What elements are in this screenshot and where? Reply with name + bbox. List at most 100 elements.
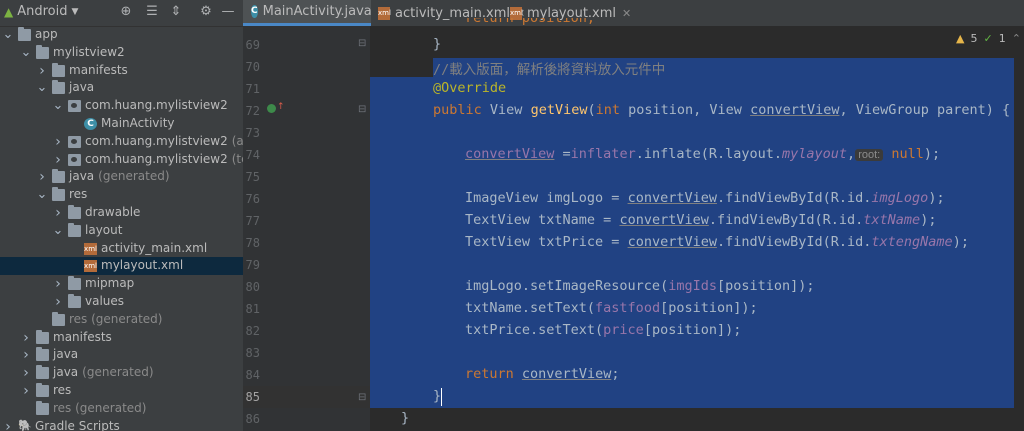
tree-item[interactable]: › mipmap xyxy=(0,275,243,293)
chevron-right-icon[interactable]: › xyxy=(20,329,32,347)
chevron-down-icon[interactable]: ⌄ xyxy=(52,97,64,115)
tree-item-label: com.huang.mylistview2 xyxy=(85,98,228,113)
project-tool-window: ▲ Android ▼ ⊕ ☰ ⇕ ⚙ — ⌄ app ⌄ mylistview2 › m… xyxy=(0,0,243,431)
chevron-right-icon[interactable]: › xyxy=(52,293,64,311)
fold-icon[interactable]: ⊟ xyxy=(358,392,366,403)
tree-item[interactable]: › com.huang.mylistview2(andro xyxy=(0,133,243,151)
xml-file-icon: xml xyxy=(84,242,97,255)
tree-item[interactable]: ⌄ mylistview2 xyxy=(0,44,243,62)
tree-item[interactable]: res (generated) xyxy=(0,400,243,418)
tree-item-label: java xyxy=(69,169,95,184)
crosshair-icon[interactable]: ⊕ xyxy=(118,4,134,20)
code-line: //載入版面，解析後將資料放入元件中 xyxy=(433,58,665,78)
xml-file-icon: xml xyxy=(510,6,523,20)
weak-warning-icon: ✓ xyxy=(983,32,993,45)
line-number: 69 xyxy=(245,38,260,52)
chevron-down-icon: ▼ xyxy=(71,6,79,17)
tree-item[interactable]: xml activity_main.xml xyxy=(0,240,243,258)
tree-item[interactable]: ⌄ com.huang.mylistview2 xyxy=(0,97,243,115)
chevron-right-icon[interactable]: › xyxy=(20,382,32,400)
tree-item-label: mylistview2 xyxy=(53,44,125,59)
collapse-all-icon[interactable]: ☰ xyxy=(144,4,160,20)
chevron-right-icon[interactable]: › xyxy=(36,168,48,186)
folder-icon xyxy=(52,311,65,326)
line-number: 79 xyxy=(245,258,260,272)
tree-item-label: res (generated) xyxy=(69,311,163,326)
tab-mainactivity[interactable]: C MainActivity.java ✕ xyxy=(243,0,387,26)
chevron-down-icon[interactable]: ⌄ xyxy=(36,79,48,97)
tree-item[interactable]: res (generated) xyxy=(0,311,243,329)
chevron-down-icon[interactable]: ⌄ xyxy=(20,44,32,62)
tree-item-label: mipmap xyxy=(85,276,135,291)
tree-item[interactable]: › drawable xyxy=(0,204,243,222)
line-number: 73 xyxy=(245,126,260,140)
folder-icon xyxy=(68,205,81,219)
override-marker-icon[interactable] xyxy=(267,104,276,113)
tree-item[interactable]: › java (generated) xyxy=(0,168,243,186)
tree-item[interactable]: xml mylayout.xml xyxy=(0,257,243,276)
tree-item[interactable]: › com.huang.mylistview2(test) xyxy=(0,151,243,169)
code-line: } xyxy=(433,388,442,404)
tree-item[interactable]: › manifests xyxy=(0,62,243,80)
chevron-right-icon[interactable]: › xyxy=(2,418,14,431)
code-line: return convertView; xyxy=(465,366,620,382)
tree-item[interactable]: ⌄ layout xyxy=(0,222,243,240)
chevron-right-icon[interactable]: › xyxy=(20,364,32,382)
tree-item[interactable]: C MainActivity xyxy=(0,115,243,133)
tree-item-label: manifests xyxy=(69,62,128,77)
fold-icon[interactable]: ⊟ xyxy=(358,38,366,49)
tree-item[interactable]: › manifests xyxy=(0,329,243,347)
line-number: 83 xyxy=(245,346,260,360)
chevron-down-icon[interactable]: ⌄ xyxy=(36,186,48,204)
code-line: txtPrice.setText(price[position]); xyxy=(465,322,742,338)
expand-all-icon[interactable]: ⇕ xyxy=(168,4,184,20)
line-number: 84 xyxy=(245,368,260,382)
line-number: 80 xyxy=(245,280,260,294)
inspection-widget[interactable]: ▲ 5 ✓ 1 ⌃ xyxy=(956,32,1021,45)
folder-icon xyxy=(52,80,65,95)
editor-tab-bar: C MainActivity.java ✕ xml activity_main.… xyxy=(243,0,1024,27)
chevron-down-icon[interactable]: ⌄ xyxy=(2,26,14,44)
tree-item[interactable]: › values xyxy=(0,293,243,311)
chevron-right-icon[interactable]: › xyxy=(52,133,64,151)
tree-item[interactable]: › 🐘 Gradle Scripts xyxy=(0,418,243,431)
tree-item[interactable]: › java (generated) xyxy=(0,364,243,382)
code-line: } xyxy=(401,410,410,426)
folder-icon xyxy=(68,222,81,237)
close-icon[interactable]: ✕ xyxy=(622,7,631,20)
tree-item-label: values xyxy=(85,294,125,308)
tree-item[interactable]: › java xyxy=(0,346,243,364)
editor-gutter[interactable] xyxy=(243,26,370,431)
annotation: @Override xyxy=(433,80,507,96)
code-line: imgLogo.setImageResource(imgIds[position… xyxy=(465,278,815,294)
tree-item-label: java xyxy=(53,365,79,380)
view-selector[interactable]: ▲ Android ▼ xyxy=(4,4,78,19)
tab-label: MainActivity.java xyxy=(262,4,372,19)
folder-icon xyxy=(36,400,49,415)
tree-item-label: app xyxy=(35,27,58,41)
code-line: @Override xyxy=(433,80,506,96)
fold-icon[interactable]: ⊟ xyxy=(358,104,366,115)
chevron-right-icon[interactable]: › xyxy=(36,62,48,80)
chevron-up-icon[interactable]: ⌃ xyxy=(1012,32,1021,45)
tree-item[interactable]: › res xyxy=(0,382,243,400)
tree-item-label: manifests xyxy=(53,329,112,344)
chevron-right-icon[interactable]: › xyxy=(20,346,32,364)
chevron-right-icon[interactable]: › xyxy=(52,275,64,293)
tree-item-suffix: (generated) xyxy=(98,169,170,184)
editor-scrollbar[interactable] xyxy=(1014,26,1024,431)
tree-item[interactable]: ⌄ app xyxy=(0,26,243,44)
xml-file-icon: xml xyxy=(84,260,97,273)
tree-item[interactable]: ⌄ java xyxy=(0,79,243,97)
minimize-icon[interactable]: — xyxy=(220,4,236,20)
folder-icon xyxy=(52,62,65,77)
tree-item[interactable]: ⌄ res xyxy=(0,186,243,204)
chevron-right-icon[interactable]: › xyxy=(52,151,64,169)
chevron-down-icon[interactable]: ⌄ xyxy=(52,222,64,240)
gear-icon[interactable]: ⚙ xyxy=(198,4,214,20)
parameter-hint: root: xyxy=(855,149,884,161)
line-number: 71 xyxy=(245,82,260,96)
chevron-right-icon[interactable]: › xyxy=(52,204,64,222)
project-toolbar: ▲ Android ▼ ⊕ ☰ ⇕ ⚙ — xyxy=(0,0,243,27)
tree-item-label: MainActivity xyxy=(101,116,175,130)
